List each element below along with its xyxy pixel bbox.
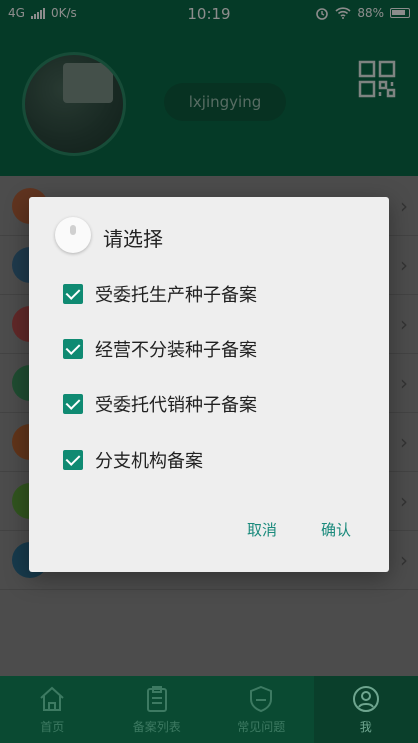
tab-me[interactable]: 我 [313,676,418,743]
cancel-button[interactable]: 取消 [247,519,277,540]
checkbox-checked-icon[interactable] [63,394,83,414]
option-label: 受委托代销种子备案 [95,395,257,416]
person-icon [352,686,379,712]
dialog-app-icon [55,217,91,253]
option-label: 经营不分装种子备案 [95,340,257,361]
tab-faq[interactable]: 常见问题 [209,676,314,743]
tab-home[interactable]: 首页 [0,676,105,743]
option-label: 受委托生产种子备案 [95,285,257,306]
option-label: 分支机构备案 [95,451,203,472]
confirm-button[interactable]: 确认 [321,519,351,540]
select-dialog: 请选择 受委托生产种子备案 经营不分装种子备案 受委托代销种子备案 分支机构备案… [29,197,389,572]
clipboard-icon [146,686,167,712]
tab-label: 首页 [40,720,65,734]
tab-label: 备案列表 [132,720,181,734]
bottom-tab-bar: 首页 备案列表 常见问题 我 [0,676,418,743]
checkbox-checked-icon[interactable] [63,450,83,470]
shield-icon [250,685,273,713]
checkbox-checked-icon[interactable] [63,339,83,359]
dialog-title: 请选择 [103,227,163,251]
checkbox-checked-icon[interactable] [63,284,83,304]
option-branch-office[interactable]: 分支机构备案 [63,445,203,475]
tab-label: 我 [359,720,372,734]
tab-label: 常见问题 [237,720,286,734]
option-entrusted-production[interactable]: 受委托生产种子备案 [63,279,257,309]
option-entrusted-sales[interactable]: 受委托代销种子备案 [63,389,257,419]
home-icon [40,686,64,711]
option-non-packaging-operation[interactable]: 经营不分装种子备案 [63,334,257,364]
tab-filing-list[interactable]: 备案列表 [105,676,210,743]
